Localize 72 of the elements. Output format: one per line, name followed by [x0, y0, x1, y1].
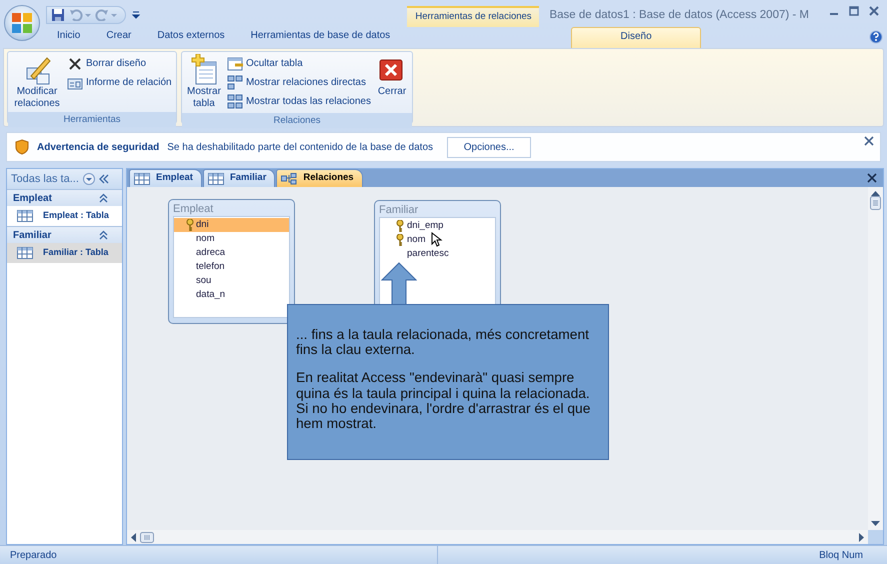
- help-icon[interactable]: [868, 30, 883, 44]
- scroll-thumb[interactable]: [870, 196, 881, 210]
- field-row[interactable]: sou: [174, 274, 289, 288]
- dropdown-icon[interactable]: [82, 173, 95, 185]
- maximize-icon[interactable]: [849, 4, 859, 18]
- close-icon[interactable]: [867, 173, 877, 183]
- field-row[interactable]: data_n: [174, 288, 289, 302]
- ribbon-button[interactable]: Informe de relación: [67, 73, 172, 92]
- field-row[interactable]: adreca: [174, 246, 289, 260]
- window-title: Base de datos1 : Base de datos (Access 2007) - M: [549, 8, 809, 23]
- vertical-scrollbar[interactable]: [868, 187, 883, 530]
- table-icon: [17, 247, 33, 259]
- document-tab[interactable]: Empleat: [129, 169, 202, 187]
- ribbon-tab[interactable]: Diseño: [571, 27, 702, 48]
- ribbon-button[interactable]: Cerrar: [375, 54, 409, 98]
- relationships-icon: [226, 74, 243, 90]
- ribbon-button[interactable]: Borrar diseño: [67, 54, 172, 73]
- status-text: Preparado: [10, 548, 57, 562]
- table-icon: [17, 210, 33, 222]
- relationships-icon: [226, 94, 243, 110]
- context-tab-group[interactable]: Herramientas de relaciones: [407, 6, 540, 27]
- warning-title: Advertencia de seguridad: [37, 140, 160, 154]
- scroll-right-icon[interactable]: [859, 532, 865, 542]
- field-row[interactable]: parentesc: [380, 247, 495, 261]
- table-window[interactable]: Empleat dni nom adreca telefon sou data_n: [168, 199, 295, 324]
- hide-table-icon: [226, 56, 243, 72]
- group-label: Relaciones: [182, 113, 412, 128]
- field-row[interactable]: nom: [380, 233, 495, 247]
- collapse-icon[interactable]: [99, 193, 108, 203]
- status-text: Bloq Num: [819, 548, 864, 562]
- group-label: Herramientas: [8, 112, 176, 127]
- nav-item[interactable]: Empleat : Tabla: [7, 206, 122, 226]
- warning-message: Se ha deshabilitado parte del contenido de la base de datos: [167, 140, 434, 154]
- horizontal-scrollbar[interactable]: [127, 530, 868, 544]
- close-icon[interactable]: [864, 136, 874, 146]
- collapse-pane-icon[interactable]: [98, 174, 109, 184]
- scroll-left-icon[interactable]: [130, 532, 136, 542]
- ribbon-tab[interactable]: Datos externos: [144, 27, 238, 48]
- options-button[interactable]: Opciones...: [447, 136, 532, 158]
- field-row[interactable]: dni: [174, 218, 289, 232]
- close-icon[interactable]: [869, 4, 879, 18]
- nav-group-header[interactable]: Familiar: [7, 226, 122, 243]
- ribbon-tab[interactable]: Crear: [93, 27, 144, 48]
- document-tab[interactable]: Familiar: [202, 169, 276, 187]
- office-logo-icon[interactable]: [11, 12, 33, 34]
- field-row[interactable]: dni_emp: [380, 219, 495, 233]
- table-title: Empleat: [173, 202, 214, 216]
- callout-text: En realitat Access "endevinarà" quasi sempre quina és la taula principal i quina la relacionada. Si no ho endevinara, l'ordre d'arrastrar és el que hem mostrat.: [296, 370, 592, 432]
- ribbon-button[interactable]: Ocultar tabla: [226, 54, 371, 73]
- table-icon: [134, 172, 150, 184]
- delete-icon: [67, 56, 83, 72]
- collapse-icon[interactable]: [99, 230, 108, 240]
- table-title: Familiar: [379, 203, 420, 217]
- customize-icon[interactable]: [132, 10, 140, 20]
- ribbon-tab[interactable]: Herramientas de base de datos: [238, 27, 404, 48]
- ribbon-button[interactable]: Mostrar todas las relaciones: [226, 92, 371, 111]
- ribbon-button[interactable]: Modificar relaciones: [11, 54, 63, 110]
- nav-group-header[interactable]: Empleat: [7, 189, 122, 206]
- save-icon[interactable]: [51, 8, 65, 22]
- scroll-down-icon[interactable]: [871, 521, 880, 527]
- scroll-thumb[interactable]: [140, 532, 154, 542]
- field-row[interactable]: telefon: [174, 260, 289, 274]
- table-icon: [208, 172, 224, 184]
- relationships-icon: [281, 172, 298, 184]
- ribbon-button[interactable]: Mostrar tabla: [185, 54, 223, 110]
- nav-item[interactable]: Familiar : Tabla: [7, 243, 122, 263]
- ribbon-button[interactable]: Mostrar relaciones directas: [226, 73, 371, 92]
- shield-icon: [15, 139, 29, 155]
- ribbon-tab[interactable]: Inicio: [44, 27, 94, 48]
- callout-text: ... fins a la taula relacionada, més concretament fins la clau externa.: [296, 327, 590, 358]
- field-row[interactable]: nom: [174, 232, 289, 246]
- document-tab[interactable]: Relaciones: [276, 169, 363, 187]
